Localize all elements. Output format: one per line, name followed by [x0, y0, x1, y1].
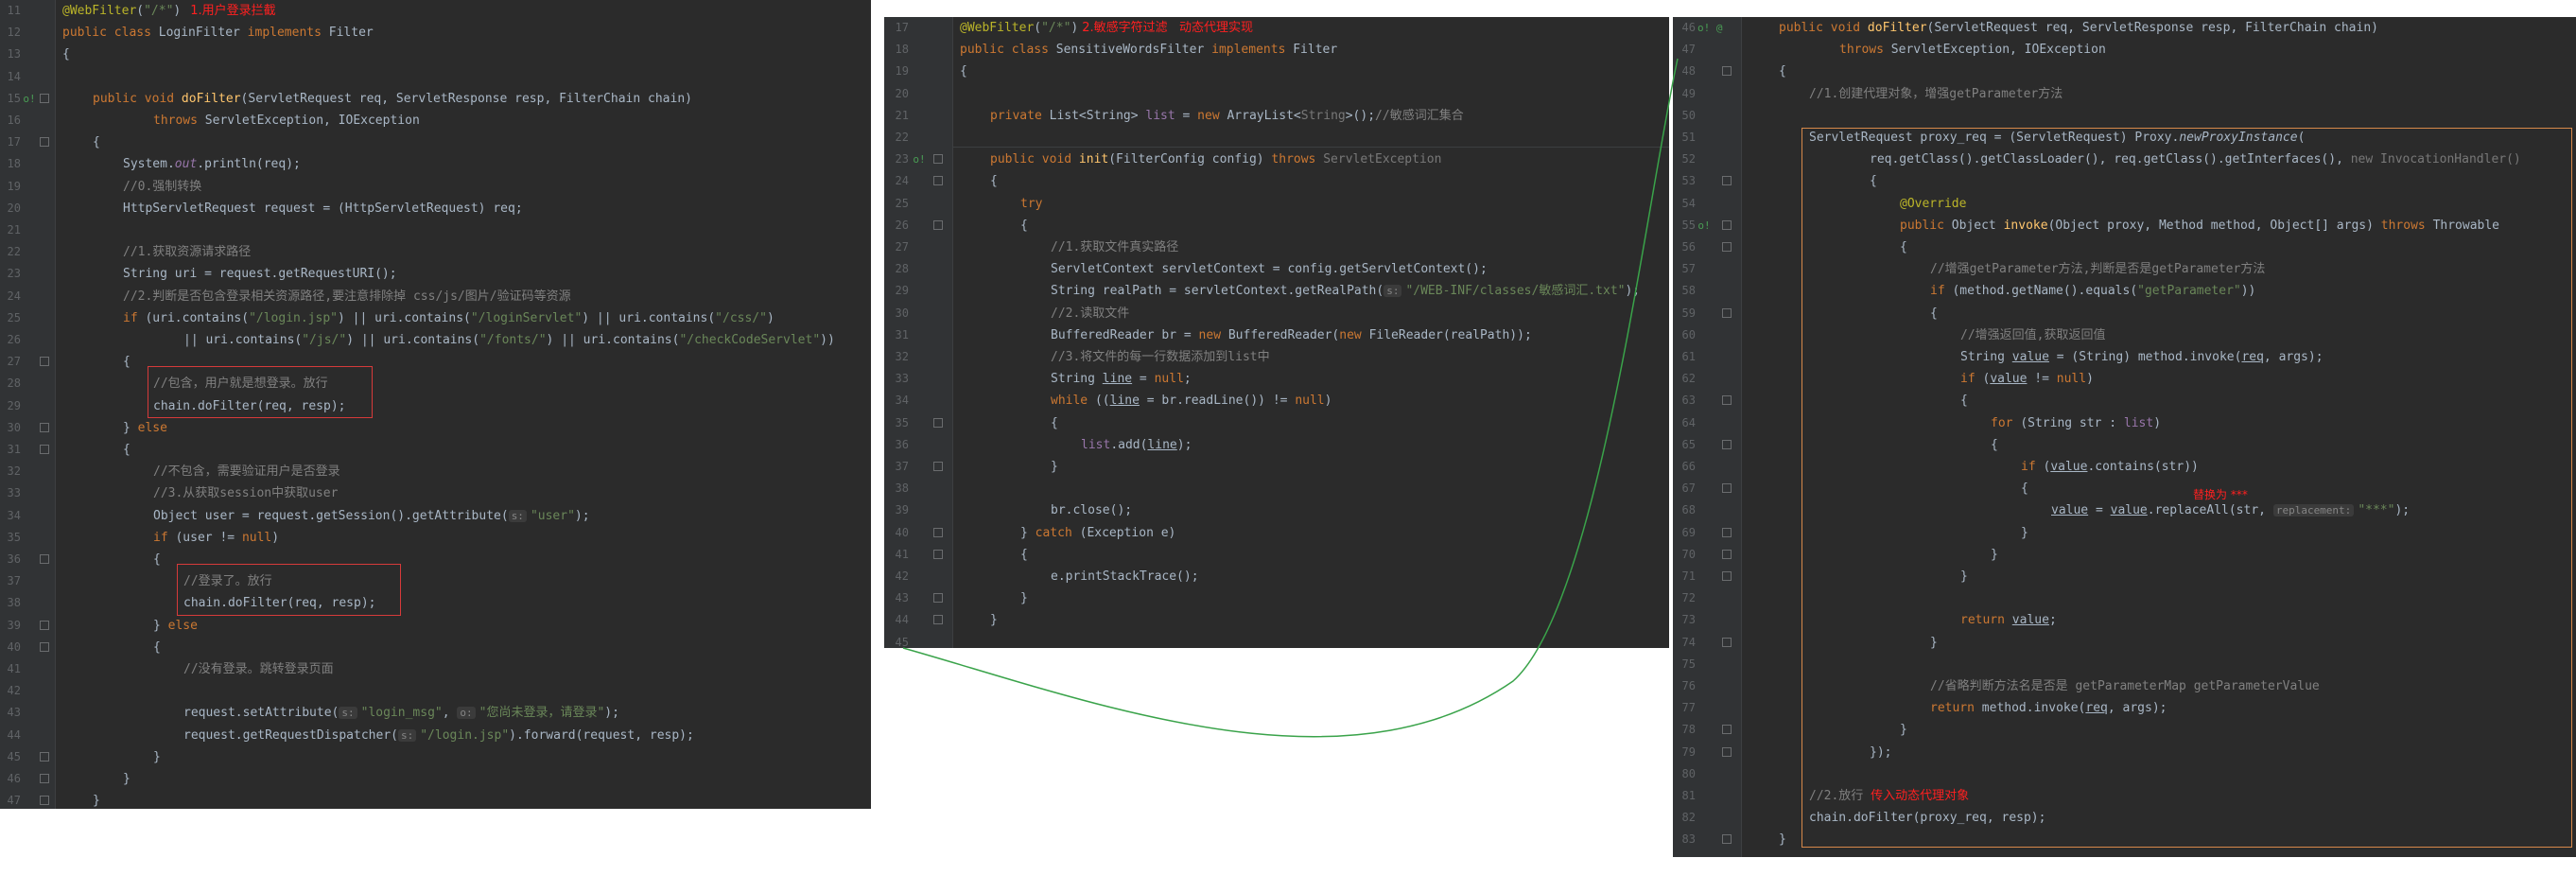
connector-curve	[902, 58, 1679, 738]
connector-path	[902, 58, 1679, 738]
